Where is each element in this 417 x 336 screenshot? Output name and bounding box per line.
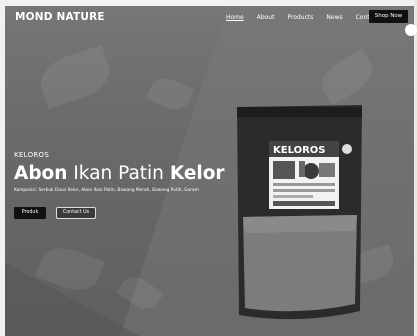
hero-title-part1: Abon [14,163,68,184]
nav-products[interactable]: Products [287,14,313,21]
slider-dot[interactable] [405,24,417,36]
product-label: KELOROS [273,145,326,156]
page: MOND NATURE Home About Products News Con… [0,0,417,336]
nav-about[interactable]: About [257,14,275,21]
contact-us-button[interactable]: Contact Us [56,207,96,219]
site-logo[interactable]: MOND NATURE [15,11,105,23]
hero-title-part3: Kelor [169,163,225,184]
site-header: MOND NATURE Home About Products News Con… [5,6,414,30]
shop-now-button[interactable]: Shop Now [369,10,408,23]
hero-section: KELOROS Abon Ikan Patin Kelor Komposisi:… [14,151,225,194]
hero-eyebrow: KELOROS [14,151,50,159]
produk-button[interactable]: Produk [14,207,46,219]
product-image: KELOROS [233,101,366,323]
left-strip [0,0,5,336]
nav-news[interactable]: News [326,14,342,21]
hero-title-part2: Ikan Patin [73,163,164,184]
main-nav: Home About Products News Contact [226,14,392,21]
hero-description: Komposisi: Serbuk Daun Kelor, Abon Ikan … [14,188,199,193]
hero-title: Abon Ikan Patin Kelor [14,163,225,184]
nav-home[interactable]: Home [226,14,244,21]
hero-buttons: Produk Contact Us [14,207,96,219]
